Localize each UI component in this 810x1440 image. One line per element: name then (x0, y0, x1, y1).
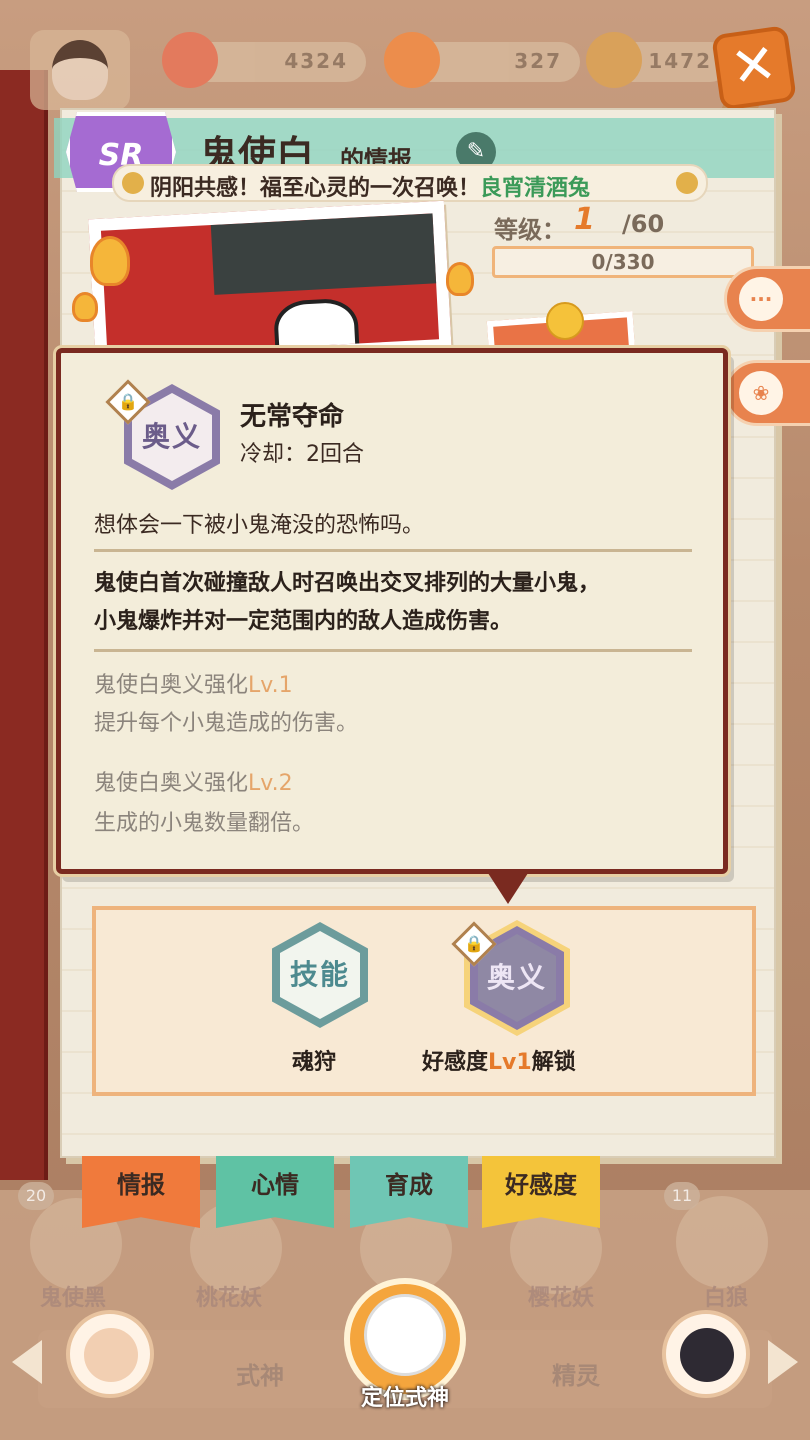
avatar-face (84, 1328, 138, 1382)
upgrade-desc: 生成的小鬼数量翻倍。 (94, 811, 315, 836)
chat-bubble-icon: ··· (739, 277, 783, 321)
upgrade-title: 鬼使白奥义强化Lv.2 (94, 766, 293, 802)
skill-name: 无常夺命 (240, 402, 345, 432)
tab-mood[interactable]: 心情 (216, 1156, 334, 1228)
tab-training[interactable]: 育成 (350, 1156, 468, 1228)
avatar-face (680, 1328, 734, 1382)
top-bar: 4324 327 1472 ✕ (0, 0, 810, 137)
currency-amulet-value: 4324 (284, 49, 348, 73)
unlock-level: Lv1 (488, 1050, 532, 1075)
upgrade-level: Lv.2 (248, 771, 293, 796)
divider (94, 549, 692, 552)
upgrade-title-text: 鬼使白奥义强化 (94, 673, 249, 698)
flower-icon (676, 172, 698, 194)
tab-affection[interactable]: 好感度 (482, 1156, 600, 1228)
flame-icon (90, 236, 130, 286)
locate-avatar (364, 1294, 446, 1376)
roster-name: 白狼 (704, 1286, 749, 1311)
announcement-marquee: 阴阳共感！福至心灵的一次召唤！良宵清酒兔 (112, 164, 708, 202)
shikigami-category[interactable]: 式神 (236, 1356, 284, 1391)
roster-name: 桃花妖 (196, 1286, 263, 1311)
player-avatar[interactable] (30, 30, 130, 110)
close-button[interactable]: ✕ (711, 25, 797, 111)
close-icon: ✕ (726, 31, 781, 100)
next-shikigami-avatar[interactable] (662, 1310, 750, 1398)
prev-shikigami-avatar[interactable] (66, 1310, 154, 1398)
flame-icon (446, 262, 474, 296)
skill-effect-line-1: 鬼使白首次碰撞敌人时召唤出交叉排列的大量小鬼， (94, 571, 601, 596)
tab-label: 好感度 (505, 1171, 577, 1199)
upgrade-title: 鬼使白奥义强化Lv.1 (94, 668, 293, 704)
exp-bar: 0/330 (492, 246, 754, 278)
prev-arrow-icon[interactable] (12, 1340, 42, 1384)
flame-icon (72, 292, 98, 322)
upgrade-desc: 提升每个小鬼造成的伤害。 (94, 711, 359, 736)
roster-character[interactable] (676, 1196, 768, 1288)
level-current: 1 (574, 202, 595, 237)
roster-badge: 20 (18, 1182, 54, 1210)
upgrade-level: Lv.1 (248, 673, 293, 698)
spirit-category[interactable]: 精灵 (552, 1356, 600, 1391)
level-max: /60 (622, 210, 665, 238)
popup-pointer (486, 870, 530, 904)
skill-flavor-text: 想体会一下被小鬼淹没的恐怖吗。 (94, 513, 425, 538)
upgrade-title-text: 鬼使白奥义强化 (94, 771, 249, 796)
gift-icon: ❀ (739, 371, 783, 415)
marquee-highlight: 良宵清酒兔 (480, 176, 591, 201)
exp-text: 0/330 (591, 250, 655, 274)
skill-name-label: 魂狩 (292, 1050, 337, 1075)
flower-icon (122, 172, 144, 194)
stamina-icon (384, 32, 440, 88)
gift-button[interactable]: ❀ (724, 360, 810, 426)
shikigami-portrait (88, 200, 452, 370)
tab-label: 情报 (117, 1171, 165, 1199)
marquee-text: 阴阳共感！福至心灵的一次召唤！ (150, 176, 481, 201)
chat-button[interactable]: ··· (724, 266, 810, 332)
unlock-condition-label: 好感度Lv1解锁 (422, 1044, 576, 1076)
book-spine (0, 70, 48, 1180)
unlock-suffix: 解锁 (531, 1050, 576, 1075)
portrait-background (210, 211, 452, 295)
tab-info[interactable]: 情报 (82, 1156, 200, 1228)
skill-cooldown: 冷却：2回合 (240, 442, 364, 467)
coin-icon (586, 32, 642, 88)
roster-name: 樱花妖 (528, 1286, 595, 1311)
skill-effect-line-2: 小鬼爆炸并对一定范围内的敌人造成伤害。 (94, 609, 513, 634)
avatar-face (52, 40, 108, 100)
unlock-prefix: 好感度 (422, 1050, 489, 1075)
next-arrow-icon[interactable] (768, 1340, 798, 1384)
roster-badge: 11 (664, 1182, 700, 1210)
divider (94, 649, 692, 652)
locate-label: 定位式神 (360, 1386, 449, 1411)
currency-stamina-value: 327 (514, 49, 562, 73)
level-label: 等级： (494, 216, 566, 244)
currency-coin-value: 1472 (648, 49, 712, 73)
tab-label: 心情 (251, 1171, 299, 1199)
roster-name: 鬼使黑 (40, 1286, 107, 1311)
tab-label: 育成 (385, 1171, 433, 1199)
amulet-icon (162, 32, 218, 88)
skill-icon-label: 技能 (280, 931, 360, 1019)
smile-emoji-icon (546, 302, 584, 340)
